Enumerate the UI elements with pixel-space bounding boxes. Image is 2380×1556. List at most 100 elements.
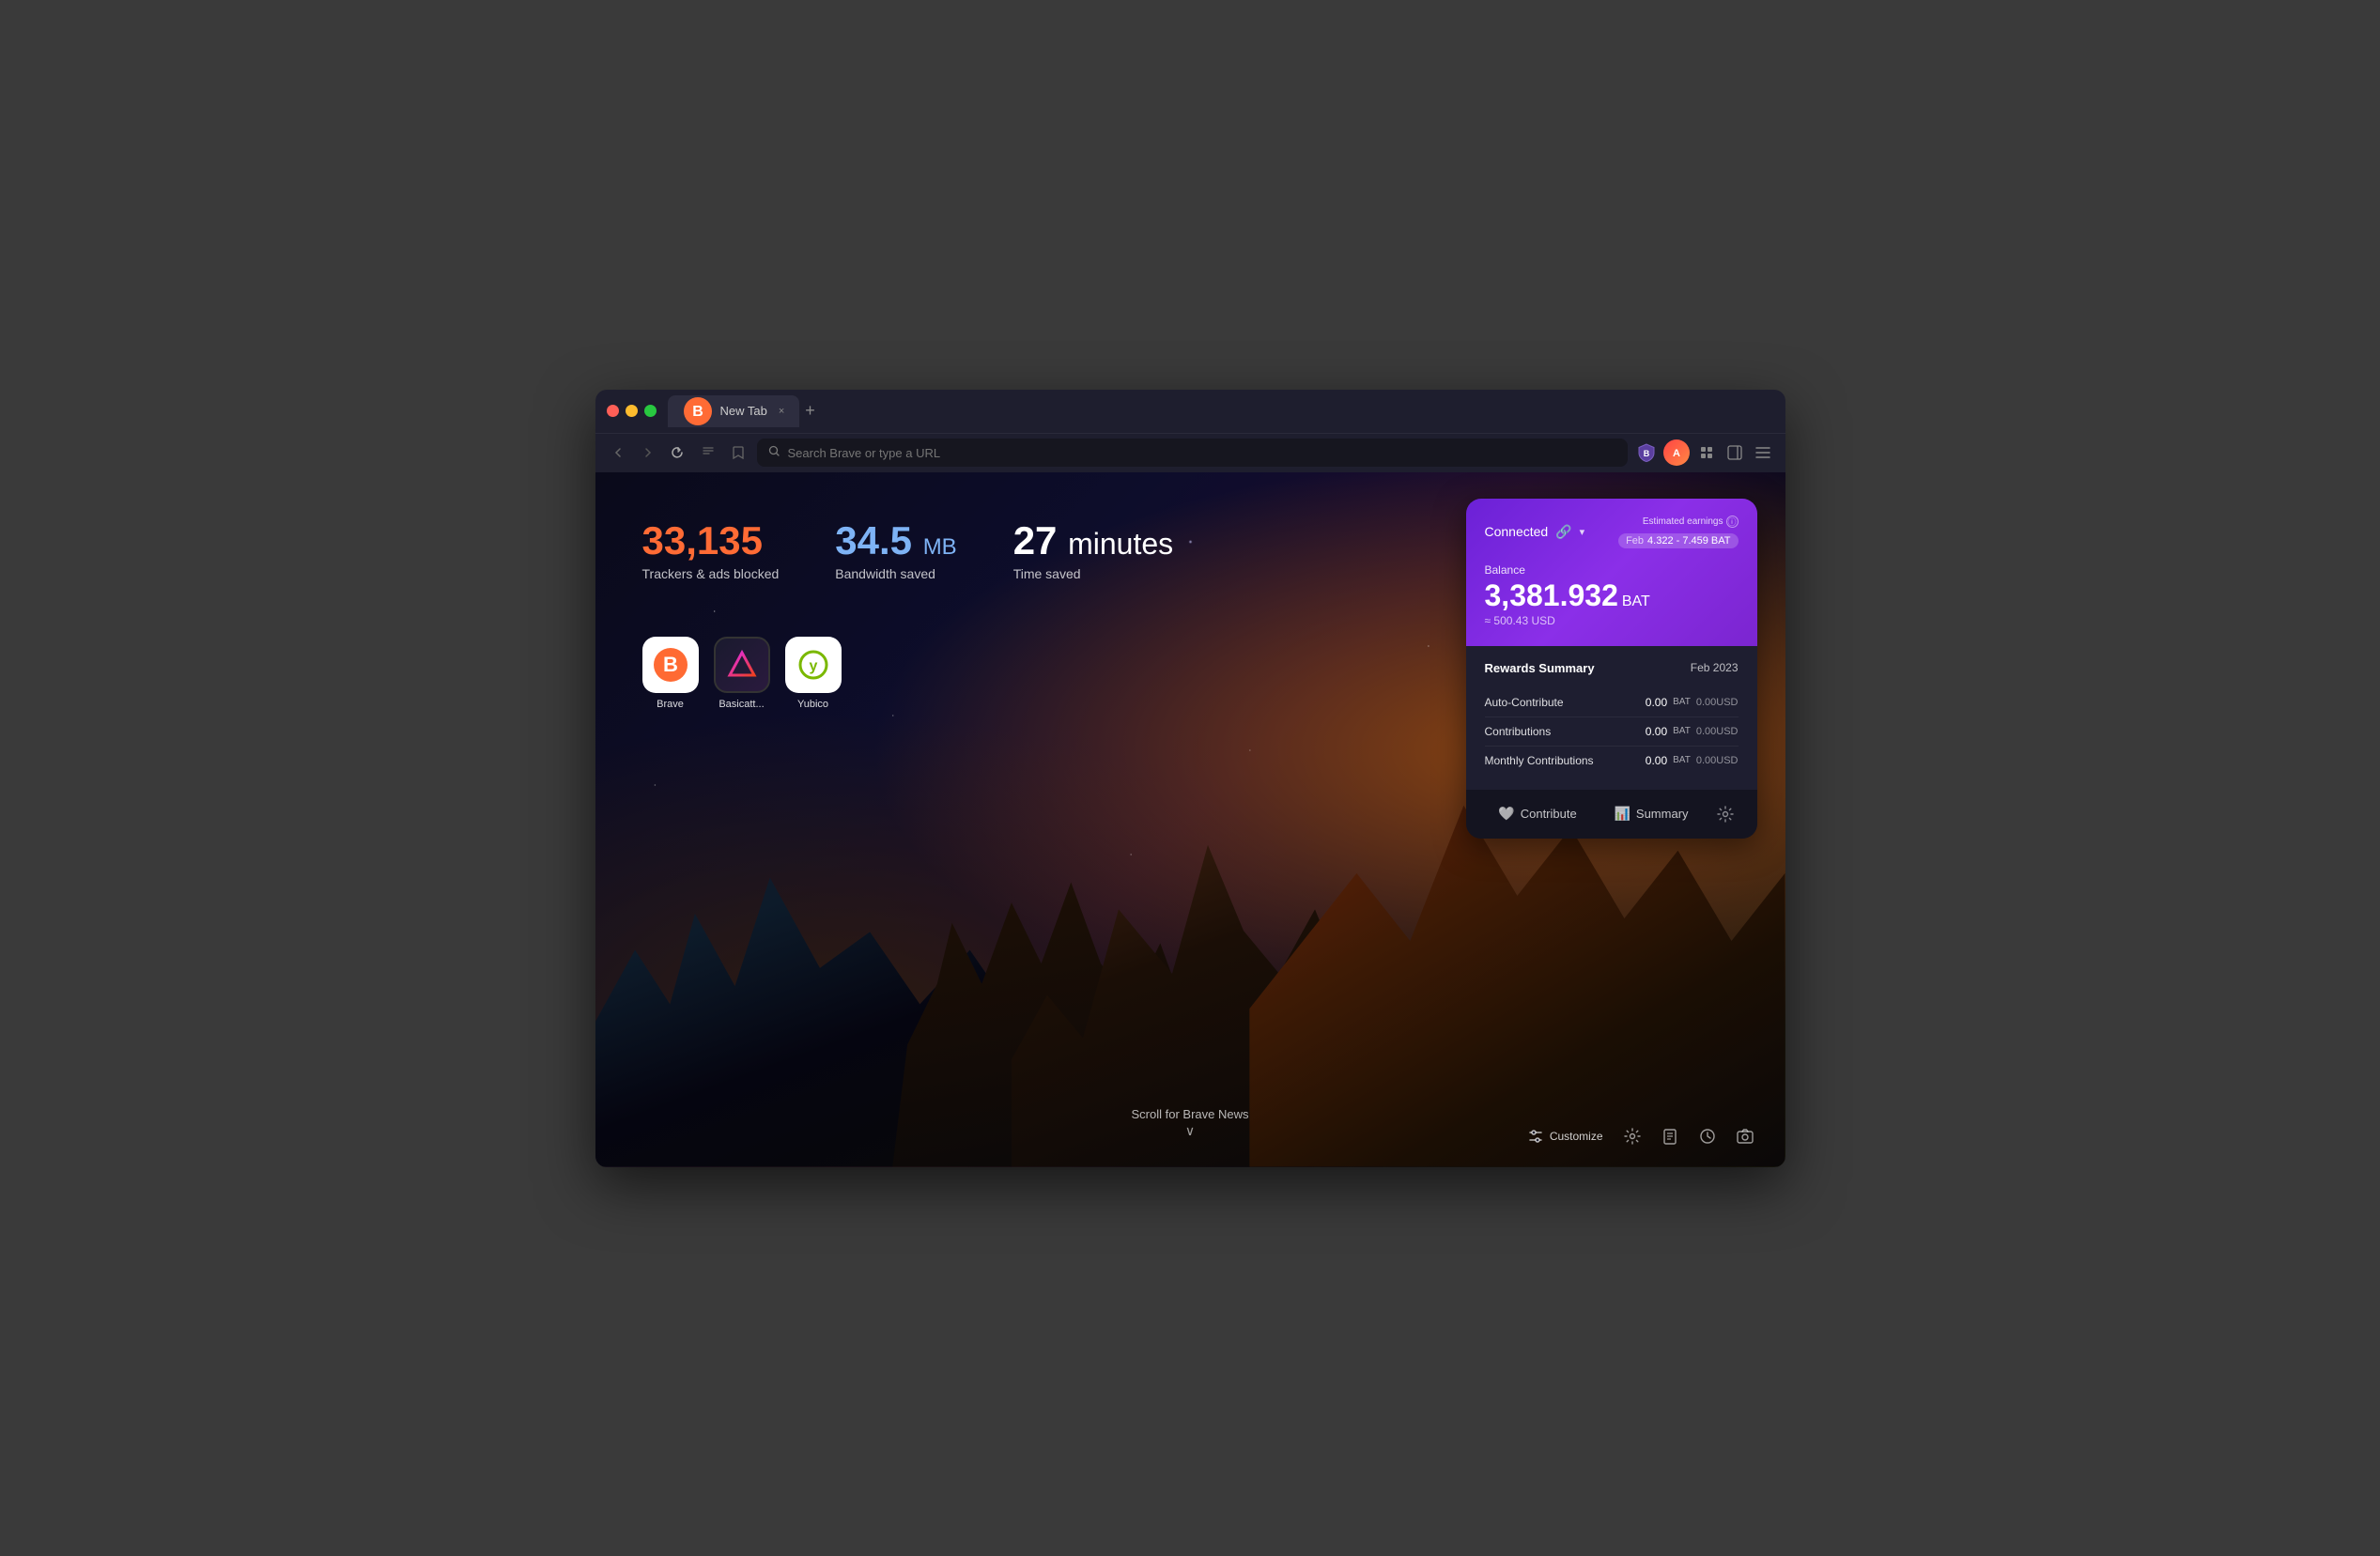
bookmark-button[interactable] [727,441,750,464]
rewards-header-top: Connected 🔗 ▾ Estimated earnings ⓘ Feb 4… [1485,516,1739,548]
balance-label: Balance [1485,563,1739,577]
svg-text:y: y [809,658,817,674]
trackers-value: 33,135 [642,519,780,562]
tab-new-tab[interactable]: B New Tab × [668,395,800,427]
history-icon [1699,1128,1716,1145]
tab-label: New Tab [720,404,767,418]
chevron-down-icon: ▾ [1580,526,1585,538]
brave-tab-favicon: B [683,396,713,426]
auto-contribute-value: 0.00 BAT 0.00USD [1646,696,1739,709]
traffic-light-yellow[interactable] [626,405,638,417]
contributions-bat-unit: BAT [1673,726,1691,736]
camera-icon [1737,1128,1754,1145]
reading-list-button[interactable] [1652,1122,1688,1150]
favorite-brave[interactable]: B Brave [642,637,699,710]
nav-bar: B A [595,433,1785,472]
monthly-bat: 0.00 [1646,754,1667,767]
search-icon [768,445,780,460]
favorite-basicatt[interactable]: Basicatt... [714,637,770,710]
favorites-container: B Brave [642,637,842,710]
shields-button[interactable]: B [1635,441,1658,464]
svg-text:B: B [692,404,703,420]
trackers-label: Trackers & ads blocked [642,566,780,581]
summary-label: Summary [1636,807,1689,821]
balance-amount: 3,381.932BAT [1485,580,1739,610]
reload-button[interactable] [667,441,689,464]
stats-container: 33,135 Trackers & ads blocked 34.5 MB Ba… [642,519,1174,600]
menu-button[interactable] [1752,441,1774,464]
favorite-brave-icon: B [642,637,699,693]
extensions-button[interactable] [1695,441,1718,464]
info-icon[interactable]: ⓘ [1726,516,1739,528]
customize-button[interactable]: Customize [1518,1122,1613,1150]
nav-icons-right: B A [1635,439,1774,466]
bottom-toolbar: Customize [1518,1122,1763,1150]
stat-bandwidth: 34.5 MB Bandwidth saved [835,519,956,581]
history-button[interactable] [1690,1122,1725,1150]
contribute-label: Contribute [1521,807,1577,821]
customize-label: Customize [1550,1130,1603,1143]
favorite-yubico-label: Yubico [797,699,828,710]
new-tab-content: 33,135 Trackers & ads blocked 34.5 MB Ba… [595,472,1785,1167]
stat-time: 27 minutes Time saved [1013,519,1173,581]
sidebar-button[interactable] [1723,441,1746,464]
new-tab-button[interactable]: + [805,401,815,421]
stat-trackers: 33,135 Trackers & ads blocked [642,519,780,581]
monthly-label: Monthly Contributions [1485,754,1594,767]
time-label: Time saved [1013,566,1173,581]
contributions-bat: 0.00 [1646,725,1667,738]
connected-label: Connected [1485,524,1549,539]
favorite-yubico-icon: y [785,637,842,693]
summary-month: Feb 2023 [1691,661,1739,674]
back-button[interactable] [607,441,629,464]
auto-contribute-bat-unit: BAT [1673,697,1691,707]
monthly-usd: 0.00USD [1696,755,1739,766]
auto-contribute-label: Auto-Contribute [1485,696,1564,709]
tab-close-button[interactable]: × [779,406,784,417]
balance-usd: ≈ 500.43 USD [1485,614,1739,627]
connected-status[interactable]: Connected 🔗 ▾ [1485,524,1585,540]
brave-rewards-button[interactable]: A [1663,439,1690,466]
auto-contribute-usd: 0.00USD [1696,697,1739,708]
camera-button[interactable] [1727,1122,1763,1150]
rewards-settings-button[interactable] [1708,797,1742,831]
monthly-bat-unit: BAT [1673,755,1691,765]
svg-text:A: A [1673,448,1680,459]
bandwidth-value: 34.5 MB [835,519,956,562]
est-earnings-badge: Feb 4.322 - 7.459 BAT [1618,533,1738,548]
tab-summary[interactable]: 📊 Summary [1595,798,1708,829]
summary-row-contributions: Contributions 0.00 BAT 0.00USD [1485,717,1739,747]
rewards-summary: Rewards Summary Feb 2023 Auto-Contribute… [1466,646,1757,790]
reading-list-button[interactable] [697,441,719,464]
time-value: 27 minutes [1013,519,1173,562]
contribute-icon: 🤍 [1498,806,1514,822]
tab-contribute[interactable]: 🤍 Contribute [1481,798,1595,829]
monthly-value: 0.00 BAT 0.00USD [1646,754,1739,767]
summary-header: Rewards Summary Feb 2023 [1485,661,1739,675]
settings-button[interactable] [1615,1122,1650,1150]
contributions-usd: 0.00USD [1696,726,1739,737]
summary-icon: 📊 [1614,806,1630,822]
forward-button[interactable] [637,441,659,464]
address-bar[interactable] [757,439,1628,467]
link-icon: 🔗 [1555,524,1571,540]
auto-contribute-bat: 0.00 [1646,696,1667,709]
contributions-value: 0.00 BAT 0.00USD [1646,725,1739,738]
traffic-lights [607,405,657,417]
traffic-light-red[interactable] [607,405,619,417]
summary-row-monthly: Monthly Contributions 0.00 BAT 0.00USD [1485,747,1739,775]
summary-title: Rewards Summary [1485,661,1595,675]
rewards-header: Connected 🔗 ▾ Estimated earnings ⓘ Feb 4… [1466,499,1757,646]
contributions-label: Contributions [1485,725,1552,738]
est-earnings-label: Estimated earnings ⓘ [1618,516,1738,528]
browser-window: B New Tab × + [595,390,1785,1167]
address-input[interactable] [788,446,1616,460]
svg-text:B: B [663,653,678,676]
favorite-brave-label: Brave [657,699,684,710]
rewards-tabs: 🤍 Contribute 📊 Summary [1466,790,1757,839]
svg-text:B: B [1643,449,1649,458]
traffic-light-green[interactable] [644,405,657,417]
settings-icon [1624,1128,1641,1145]
favorite-yubico[interactable]: y Yubico [785,637,842,710]
bandwidth-label: Bandwidth saved [835,566,956,581]
